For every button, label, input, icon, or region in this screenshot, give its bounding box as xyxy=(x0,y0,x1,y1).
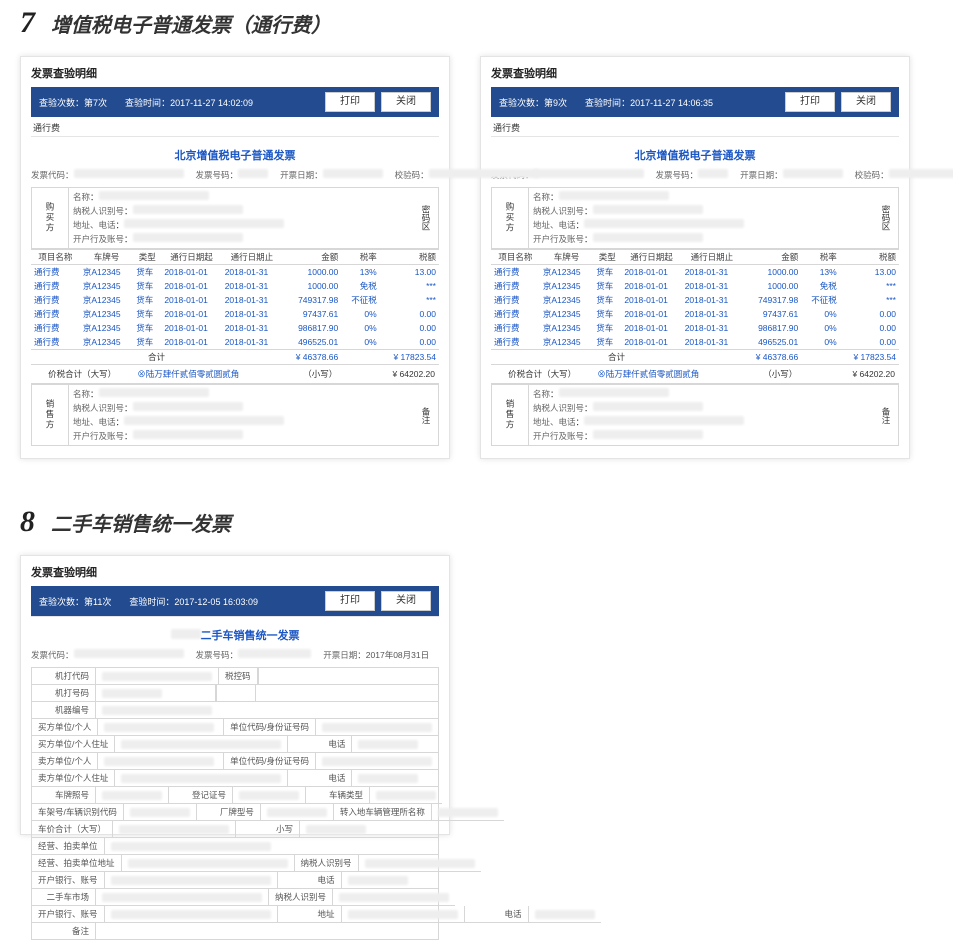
table-row: 通行费京A12345货车2018-01-012018-01-311000.001… xyxy=(31,265,439,280)
check-count: 查验次数：第11次 xyxy=(39,595,111,608)
table-row: 通行费京A12345货车2018-01-012018-01-31986817.9… xyxy=(31,321,439,335)
invoice-title: 北京增值税电子普通发票 xyxy=(31,136,439,167)
items-table: 项目名称 车牌号 类型 通行日期起 通行日期止 金额 税率 税额 通行费京A12… xyxy=(31,249,439,384)
card-toolbar: 查验次数：第9次 查验时间：2017-11-27 14:06:35 打印 关闭 xyxy=(491,87,899,117)
card-title: 发票查验明细 xyxy=(31,564,439,586)
print-button[interactable]: 打印 xyxy=(325,591,375,611)
section-number: 8 xyxy=(20,505,35,539)
invoice-title: 北京增值税电子普通发票 xyxy=(491,136,899,167)
check-count: 查验次数：第7次 xyxy=(39,96,107,109)
table-row: 通行费京A12345货车2018-01-012018-01-31986817.9… xyxy=(491,321,899,335)
close-button[interactable]: 关闭 xyxy=(381,92,431,112)
used-car-form: 机打代码 税控码 机打号码 机器编号 买方单位/个人 单位代码/身份证号码 买方… xyxy=(31,667,439,940)
used-car-card: 发票查验明细 查验次数：第11次 查验时间：2017-12-05 16:03:0… xyxy=(20,555,450,835)
check-count: 查验次数：第9次 xyxy=(499,96,567,109)
table-row: 通行费京A12345货车2018-01-012018-01-3197437.61… xyxy=(491,307,899,321)
invoice-meta: 发票代码： 发票号码： 开票日期： 校验码： xyxy=(31,167,439,187)
table-row: 通行费京A12345货车2018-01-012018-01-31496525.0… xyxy=(31,335,439,350)
table-row: 通行费京A12345货车2018-01-012018-01-31749317.9… xyxy=(31,293,439,307)
seller-block: 销售方 名称： 纳税人识别号： 地址、电话： 开户行及账号： 备注 xyxy=(31,384,439,446)
invoice-card-right: 发票查验明细 查验次数：第9次 查验时间：2017-11-27 14:06:35… xyxy=(480,56,910,459)
invoice-title: 二手车销售统一发票 xyxy=(31,616,439,647)
card-toolbar: 查验次数：第7次 查验时间：2017-11-27 14:02:09 打印 关闭 xyxy=(31,87,439,117)
section-title: 增值税电子普通发票（通行费） xyxy=(51,9,331,38)
toll-sub: 通行费 xyxy=(491,117,899,136)
check-time: 查验时间：2017-11-27 14:06:35 xyxy=(585,96,713,109)
check-time: 查验时间：2017-12-05 16:03:09 xyxy=(129,595,258,608)
table-row: 通行费京A12345货车2018-01-012018-01-311000.00免… xyxy=(31,279,439,293)
table-row: 通行费京A12345货车2018-01-012018-01-31496525.0… xyxy=(491,335,899,350)
print-button[interactable]: 打印 xyxy=(325,92,375,112)
section-8-header: 8 二手车销售统一发票 xyxy=(20,499,933,555)
check-time: 查验时间：2017-11-27 14:02:09 xyxy=(125,96,253,109)
invoice-card-left: 发票查验明细 查验次数：第7次 查验时间：2017-11-27 14:02:09… xyxy=(20,56,450,459)
card-title: 发票查验明细 xyxy=(491,65,899,87)
table-row: 通行费京A12345货车2018-01-012018-01-3197437.61… xyxy=(31,307,439,321)
section-number: 7 xyxy=(20,6,35,40)
section-title: 二手车销售统一发票 xyxy=(51,508,231,537)
card-title: 发票查验明细 xyxy=(31,65,439,87)
section-7-header: 7 增值税电子普通发票（通行费） xyxy=(20,0,933,56)
table-row: 通行费京A12345货车2018-01-012018-01-311000.00免… xyxy=(491,279,899,293)
close-button[interactable]: 关闭 xyxy=(841,92,891,112)
toll-sub: 通行费 xyxy=(31,117,439,136)
print-button[interactable]: 打印 xyxy=(785,92,835,112)
buyer-block: 购买方 名称： 纳税人识别号： 地址、电话： 开户行及账号： 密码区 xyxy=(31,187,439,249)
close-button[interactable]: 关闭 xyxy=(381,591,431,611)
table-row: 通行费京A12345货车2018-01-012018-01-31749317.9… xyxy=(491,293,899,307)
table-row: 通行费京A12345货车2018-01-012018-01-311000.001… xyxy=(491,265,899,280)
